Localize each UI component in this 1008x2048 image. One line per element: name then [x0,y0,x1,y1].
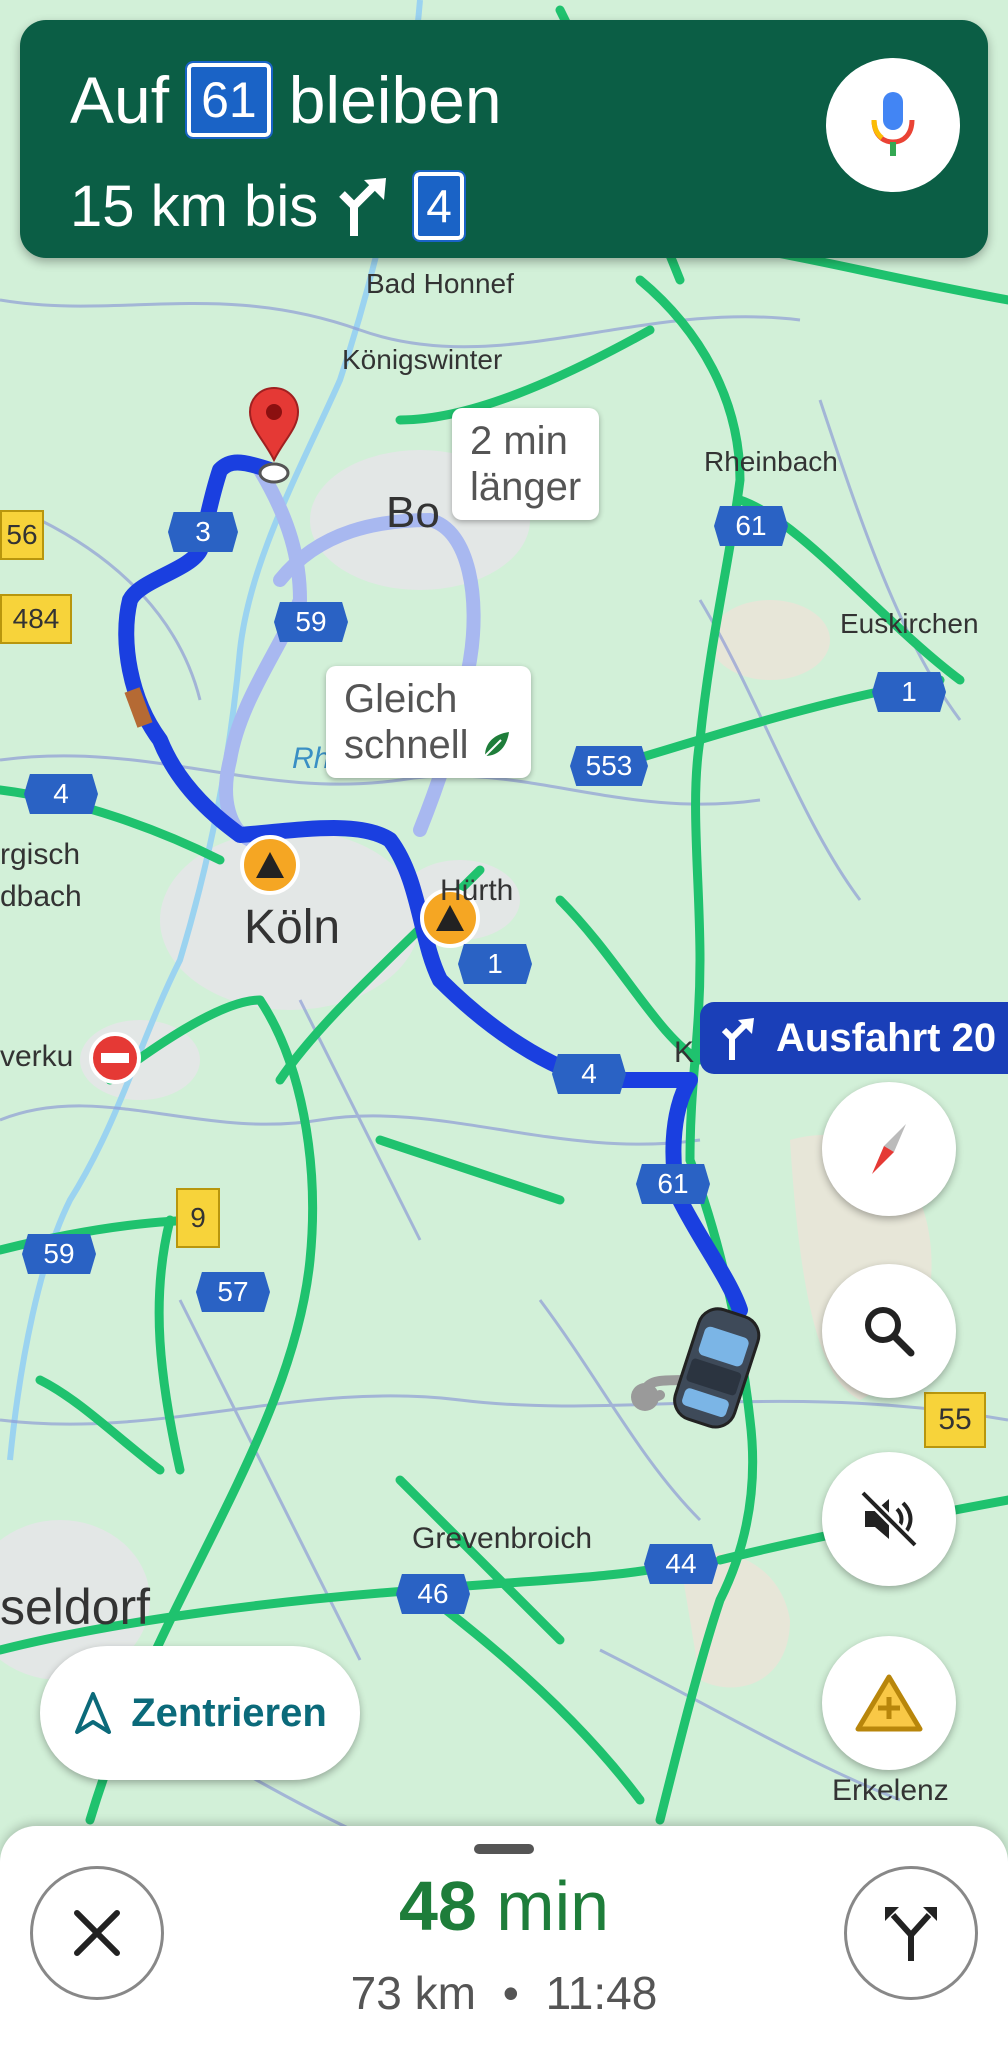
eco-leaf-icon [483,732,509,757]
microphone-icon [871,92,915,156]
callout-line: Gleich [344,677,458,721]
duration-unit: min [496,1867,610,1945]
road-shield: 61 [185,61,273,139]
compass-icon [872,1124,906,1174]
place-label: K [674,1036,695,1069]
instruction-suffix: bleiben [288,63,502,137]
separator: • [502,1967,519,2019]
river-label: Rh [292,742,331,775]
place-label: verku [0,1040,74,1073]
alternative-route-callout[interactable]: Gleich schnell [326,666,531,778]
search-along-route-button[interactable] [822,1264,956,1398]
callout-line: 2 min [470,419,568,463]
navigation-instruction-banner[interactable]: Auf 61 bleiben 15 km bis 4 [20,20,988,258]
highway-shield: 1 [872,672,946,712]
alternative-route-callout[interactable]: 2 min länger [452,408,600,520]
place-label: Hürth [440,874,514,907]
highway-shield: 553 [570,746,648,786]
report-incident-icon [855,1674,923,1732]
place-label: Bo [386,488,440,537]
highway-shield: 57 [196,1272,270,1312]
recenter-button[interactable]: Zentrieren [40,1646,360,1780]
highway-shield: 59 [22,1234,96,1274]
recenter-label: Zentrieren [131,1690,327,1735]
highway-shield: 3 [168,512,238,552]
alternate-routes-button[interactable] [844,1866,978,2000]
road-shield: 55 [924,1392,986,1448]
place-label: rgisch [0,838,81,871]
road-shield: 484 [0,594,72,644]
place-label: Grevenbroich [412,1522,593,1555]
instruction-secondary: 15 km bis 4 [70,170,466,242]
exit-banner[interactable]: Ausfahrt 20 [700,1002,1008,1074]
volume-off-icon [859,1489,919,1549]
search-icon [865,1307,915,1357]
voice-search-button[interactable] [826,58,960,192]
place-label: Köln [244,901,341,954]
place-label: Bad Honnef [366,268,514,299]
trip-summary-sheet[interactable]: 48 min 73 km • 11:48 [0,1826,1008,2048]
turn-slight-right-icon [722,1018,754,1060]
highway-shield: 4 [24,774,98,814]
callout-line: länger [470,465,582,509]
instruction-prefix: Auf [70,63,170,137]
place-label: Euskirchen [840,608,979,639]
place-label: Erkelenz [832,1774,949,1807]
place-label: Rheinbach [704,446,838,477]
route-split-icon [885,1907,937,1961]
trip-distance: 73 km [350,1967,476,2019]
construction-warning-icon[interactable] [240,835,300,895]
report-incident-button[interactable] [822,1636,956,1770]
turn-slight-right-icon [339,178,387,236]
road-closed-icon[interactable] [89,1032,141,1084]
compass-button[interactable] [822,1082,956,1216]
callout-line: schnell [344,723,469,767]
arrival-time: 11:48 [545,1967,658,2019]
mute-button[interactable] [822,1452,956,1586]
highway-shield: 61 [636,1164,710,1204]
navigation-arrow-icon [75,1692,112,1734]
highway-shield: 61 [714,506,788,546]
duration-value: 48 [398,1867,477,1945]
road-shield: 56 [0,510,44,560]
place-label: seldorf [0,1579,151,1635]
highway-shield: 46 [396,1574,470,1614]
road-shield: 4 [412,170,466,242]
highway-shield: 44 [644,1544,718,1584]
exit-label: Ausfahrt 20 [776,1015,997,1060]
highway-shield: 4 [552,1054,626,1094]
instruction-distance: 15 km bis [70,173,319,239]
highway-shield: 1 [458,944,532,984]
drag-handle[interactable] [474,1844,534,1854]
instruction-primary: Auf 61 bleiben [70,61,502,139]
trip-details: 73 km • 11:48 [0,1966,1008,2020]
highway-shield: 59 [274,602,348,642]
place-label: Königswinter [342,344,503,375]
road-shield: 9 [176,1188,220,1248]
place-label: dbach [0,880,82,913]
